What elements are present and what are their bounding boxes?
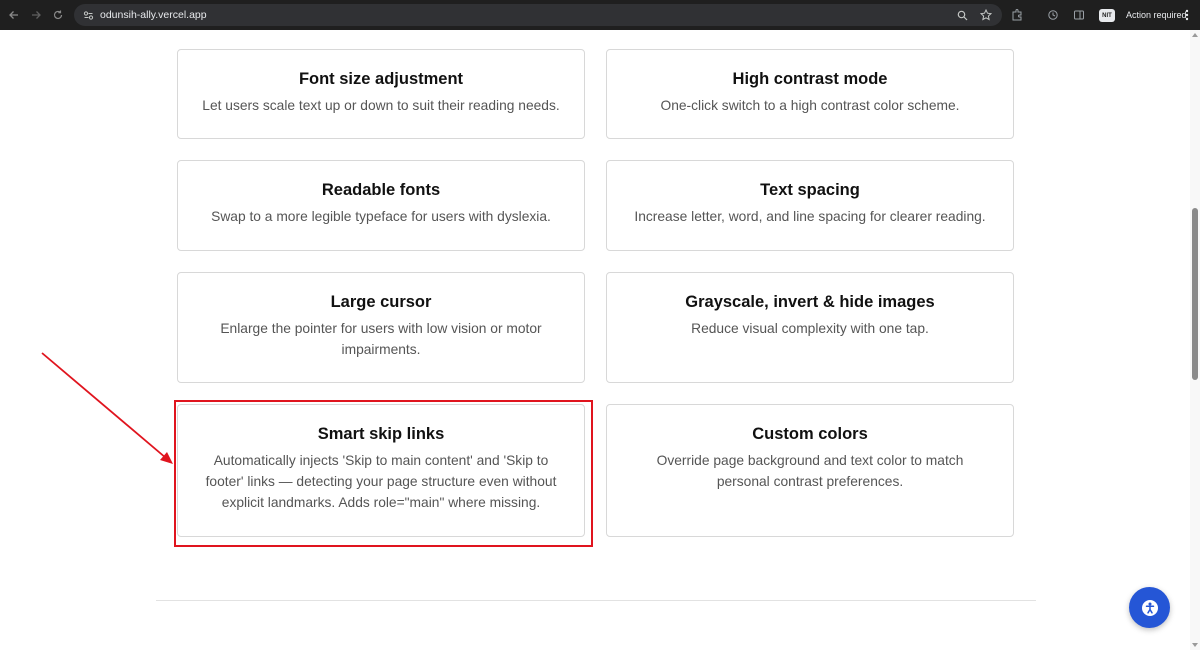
browser-toolbar: odunsih-ally.vercel.app NIT Action requi…	[0, 0, 1200, 30]
scrollbar-thumb[interactable]	[1192, 208, 1198, 380]
feature-description: Swap to a more legible typeface for user…	[211, 209, 551, 224]
feature-title: Grayscale, invert & hide images	[685, 293, 935, 311]
address-bar[interactable]: odunsih-ally.vercel.app	[74, 4, 1002, 26]
url-text[interactable]: odunsih-ally.vercel.app	[100, 9, 207, 21]
feature-card-grayscale: Grayscale, invert & hide images Reduce v…	[606, 272, 1014, 383]
forward-icon[interactable]	[25, 4, 47, 26]
feature-description: Enlarge the pointer for users with low v…	[220, 321, 542, 357]
annotation-highlight-box	[174, 400, 593, 547]
bookmark-star-icon[interactable]	[978, 7, 994, 23]
feature-card-text-spacing: Text spacing Increase letter, word, and …	[606, 160, 1014, 251]
menu-kebab-icon[interactable]	[1182, 6, 1192, 24]
feature-card-large-cursor: Large cursor Enlarge the pointer for use…	[177, 272, 585, 383]
site-info-icon[interactable]	[80, 7, 96, 23]
feature-card-high-contrast: High contrast mode One-click switch to a…	[606, 49, 1014, 139]
page-content: Font size adjustment Let users scale tex…	[0, 30, 1200, 650]
feature-title: High contrast mode	[732, 70, 888, 88]
feature-title: Readable fonts	[321, 181, 441, 199]
scrollbar[interactable]	[1190, 30, 1200, 650]
feature-description: One-click switch to a high contrast colo…	[660, 98, 960, 113]
feature-title: Custom colors	[752, 425, 868, 443]
feature-card-custom-colors: Custom colors Override page background a…	[606, 404, 1014, 537]
scroll-down-arrow-icon[interactable]	[1192, 643, 1198, 647]
feature-description: Let users scale text up or down to suit …	[202, 98, 560, 113]
side-panel-icon[interactable]	[1070, 5, 1088, 25]
feature-title: Font size adjustment	[298, 70, 464, 88]
feature-description: Reduce visual complexity with one tap.	[691, 321, 929, 336]
back-icon[interactable]	[3, 4, 25, 26]
feature-description: Override page background and text color …	[656, 453, 964, 489]
extensions-icon[interactable]	[1008, 5, 1026, 25]
feature-card-font-size: Font size adjustment Let users scale tex…	[177, 49, 585, 139]
profile-avatar[interactable]: NIT	[1099, 9, 1115, 22]
zoom-icon[interactable]	[954, 7, 970, 23]
feature-title: Text spacing	[760, 181, 860, 199]
accessibility-widget-button[interactable]	[1129, 587, 1170, 628]
accessibility-icon	[1141, 599, 1158, 616]
annotation-arrow	[41, 352, 173, 464]
feature-description: Increase letter, word, and line spacing …	[634, 209, 986, 224]
feature-title: Large cursor	[330, 293, 432, 311]
reload-icon[interactable]	[47, 4, 69, 26]
section-divider	[156, 600, 1036, 601]
scroll-up-arrow-icon[interactable]	[1192, 33, 1198, 37]
feature-card-readable-fonts: Readable fonts Swap to a more legible ty…	[177, 160, 585, 251]
history-icon[interactable]	[1044, 5, 1062, 25]
